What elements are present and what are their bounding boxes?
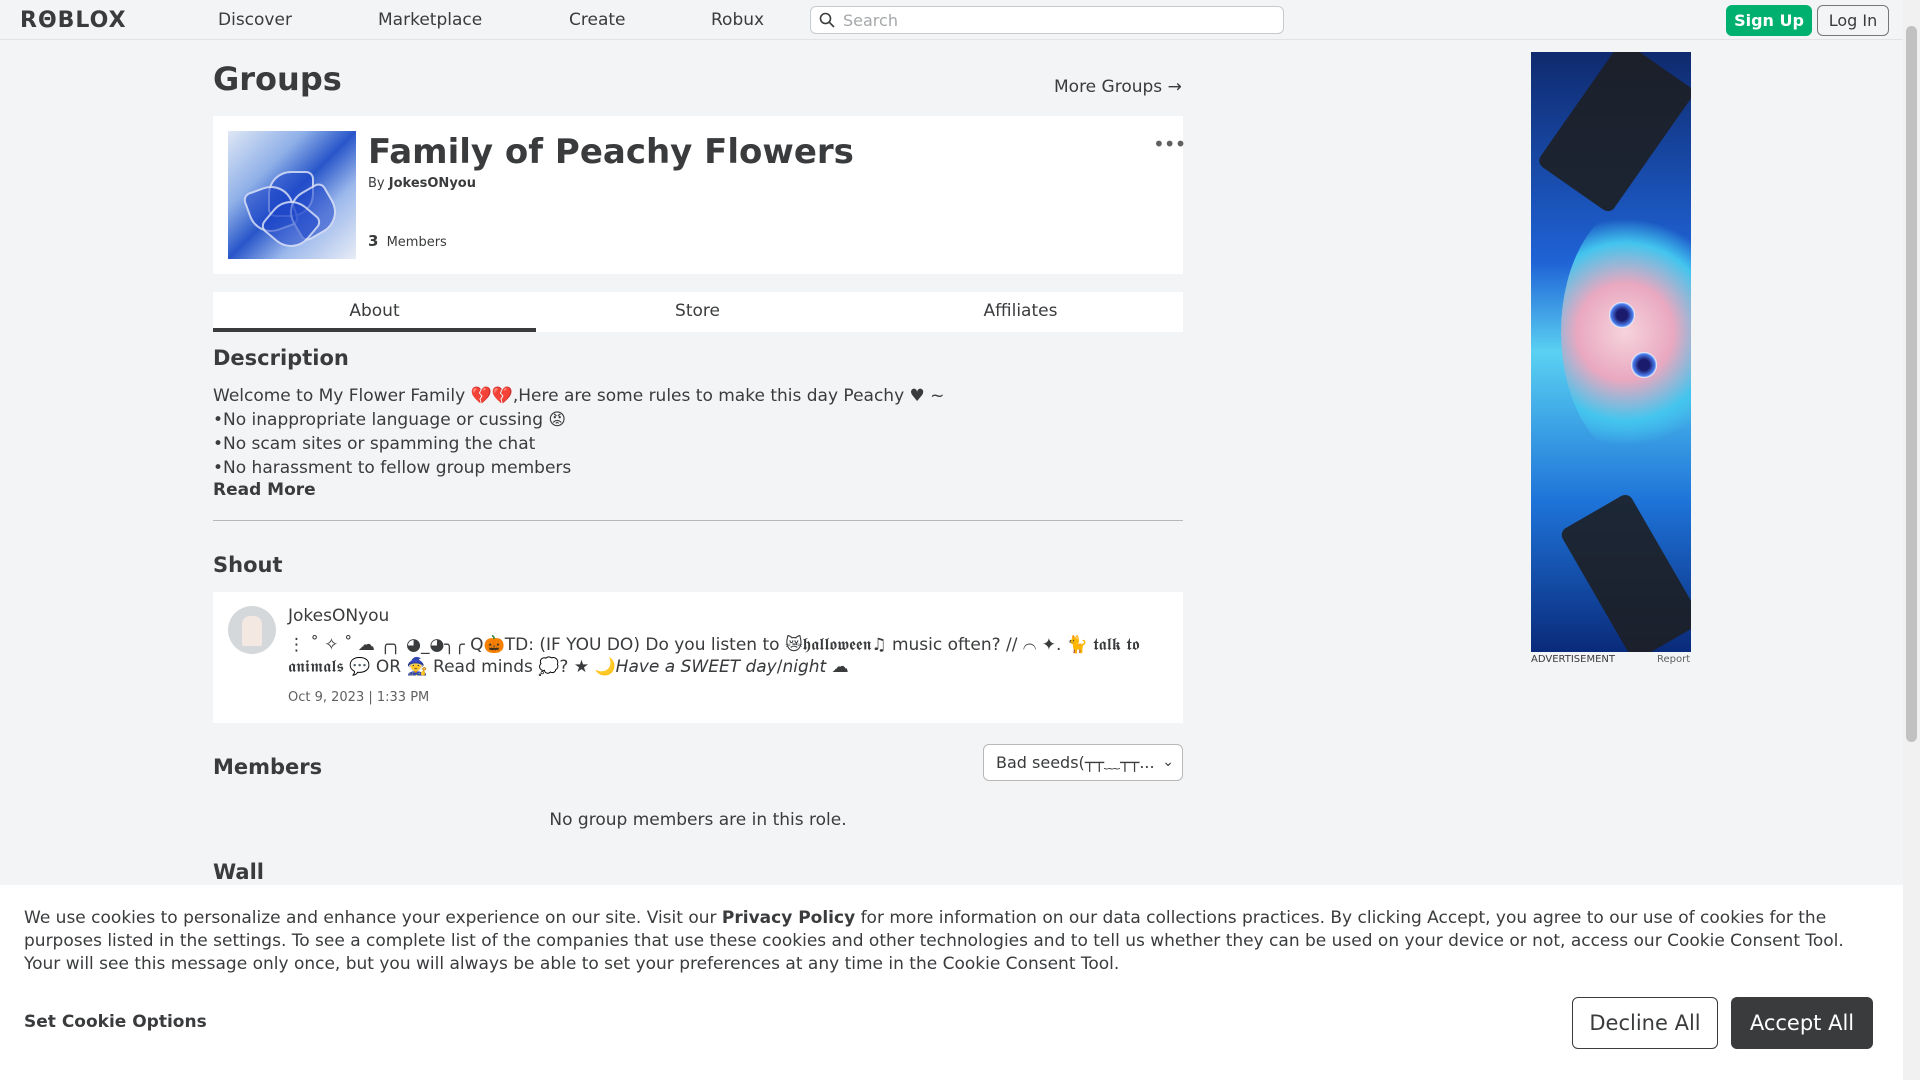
search-input[interactable]	[843, 9, 1273, 31]
nav-robux[interactable]: Robux	[711, 10, 764, 30]
wall-heading: Wall	[213, 860, 264, 884]
group-owner-line: By JokesONyou	[368, 176, 476, 191]
description-line: •No harassment to fellow group members	[213, 458, 572, 478]
ad-label: ADVERTISEMENT	[1531, 654, 1616, 665]
chevron-down-icon: ⌄	[1162, 754, 1174, 770]
page-scrollbar[interactable]	[1903, 0, 1920, 1080]
description-text: Welcome to My Flower Family 💔💔,Here are …	[213, 384, 1173, 480]
search-icon	[819, 12, 835, 28]
page-title: Groups	[213, 60, 342, 98]
advertisement-banner[interactable]	[1531, 52, 1691, 652]
search-box	[810, 6, 1284, 34]
by-label: By	[368, 176, 385, 191]
shout-heading: Shout	[213, 553, 283, 577]
avatar[interactable]	[228, 606, 276, 654]
cookie-text-before: We use cookies to personalize and enhanc…	[24, 908, 722, 928]
group-tabs: About Store Affiliates	[213, 292, 1183, 332]
sign-up-button[interactable]: Sign Up	[1726, 5, 1812, 36]
top-navigation: RΘBLOX Discover Marketplace Create Robux…	[0, 0, 1920, 40]
read-more-link[interactable]: Read More	[213, 480, 316, 500]
ellipsis-icon[interactable]: •••	[1153, 132, 1186, 156]
scrollbar-thumb[interactable]	[1906, 26, 1917, 742]
description-heading: Description	[213, 346, 349, 370]
tab-about[interactable]: About	[213, 292, 536, 332]
group-emblem	[228, 131, 356, 259]
group-owner-link[interactable]: JokesONyou	[389, 176, 476, 191]
cookie-message: We use cookies to personalize and enhanc…	[24, 907, 1884, 976]
member-count-label: Members	[386, 235, 447, 250]
tab-affiliates[interactable]: Affiliates	[859, 292, 1182, 332]
accept-all-button[interactable]: Accept All	[1731, 997, 1873, 1049]
members-heading: Members	[213, 755, 323, 779]
shout-card: JokesONyou ⋮ ˚ ✧ ˚ ☁ ╭╮ ◕_◕╮╭ Q🎃TD: (IF …	[213, 592, 1183, 723]
role-dropdown[interactable]: Bad seeds(┬┬﹏┬┬... ⌄	[983, 744, 1183, 781]
description-line: Welcome to My Flower Family 💔💔,Here are …	[213, 386, 945, 406]
group-member-count: 3 Members	[368, 232, 447, 250]
shout-username[interactable]: JokesONyou	[288, 606, 389, 626]
more-groups-link[interactable]: More Groups →	[1054, 77, 1182, 97]
description-line: •No inappropriate language or cussing 😡	[213, 410, 567, 430]
group-header-card: Family of Peachy Flowers By JokesONyou 3…	[213, 116, 1186, 274]
description-line: •No scam sites or spamming the chat	[213, 434, 536, 454]
divider	[213, 520, 1183, 521]
group-name: Family of Peachy Flowers	[368, 132, 854, 172]
role-dropdown-value: Bad seeds(┬┬﹏┬┬...	[996, 753, 1155, 772]
shout-date: Oct 9, 2023 | 1:33 PM	[288, 690, 430, 705]
roblox-logo[interactable]: RΘBLOX	[20, 8, 127, 33]
nav-marketplace[interactable]: Marketplace	[378, 10, 482, 30]
nav-create[interactable]: Create	[569, 10, 626, 30]
nav-discover[interactable]: Discover	[218, 10, 292, 30]
empty-members-message: No group members are in this role.	[549, 810, 847, 830]
cookie-banner: We use cookies to personalize and enhanc…	[0, 885, 1903, 1080]
ad-report-link[interactable]: Report	[1657, 654, 1690, 665]
log-in-button[interactable]: Log In	[1817, 5, 1889, 36]
privacy-policy-link[interactable]: Privacy Policy	[722, 908, 855, 928]
shout-message: ⋮ ˚ ✧ ˚ ☁ ╭╮ ◕_◕╮╭ Q🎃TD: (IF YOU DO) Do …	[288, 635, 1140, 677]
tab-store[interactable]: Store	[536, 292, 859, 332]
set-cookie-options-link[interactable]: Set Cookie Options	[24, 1012, 207, 1032]
member-count-number: 3	[368, 232, 379, 250]
decline-all-button[interactable]: Decline All	[1572, 997, 1718, 1049]
